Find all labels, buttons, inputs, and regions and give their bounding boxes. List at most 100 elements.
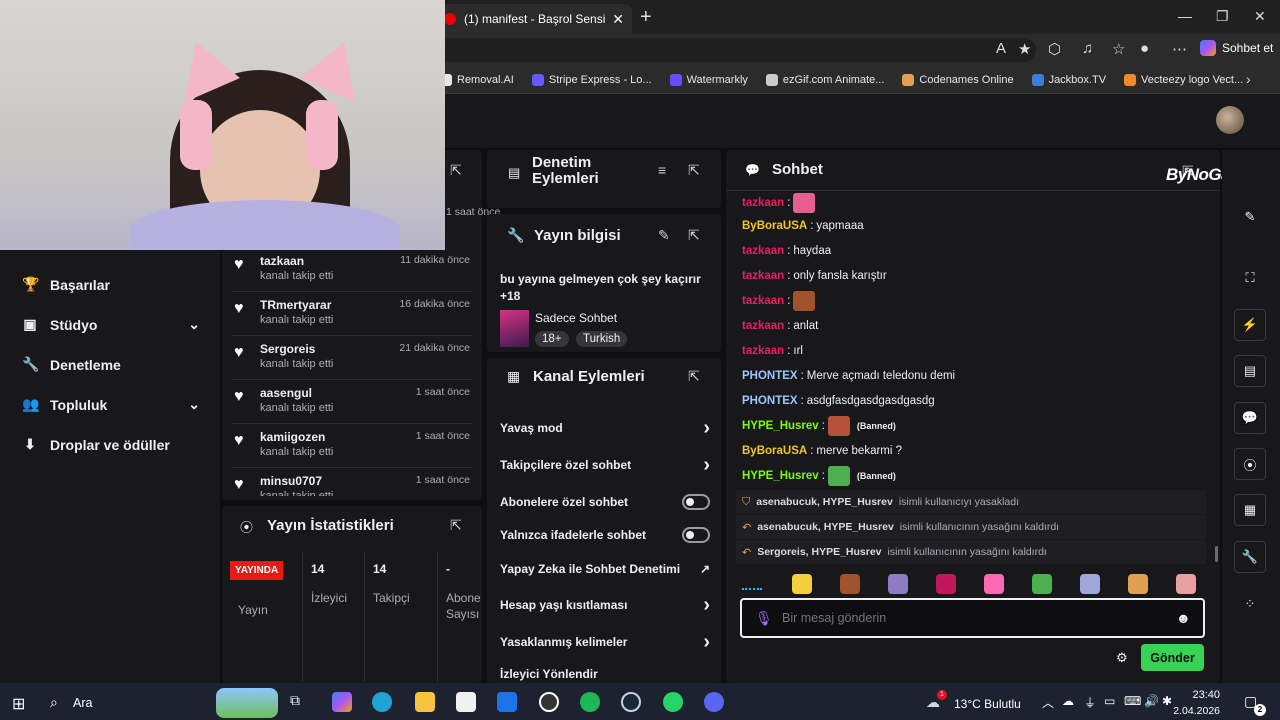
external-link-icon[interactable]: ↗: [700, 562, 710, 576]
tray-bluetooth-icon[interactable]: ✱: [1162, 694, 1172, 708]
microphone-icon[interactable]: 🎙: [755, 610, 773, 627]
emote-suggestion[interactable]: [984, 574, 1004, 594]
wrench-rail-icon[interactable]: 🔧: [1234, 541, 1266, 573]
follow-event-row[interactable]: ♥ tazkaan kanalı takip etti 11 dakika önce: [232, 248, 472, 292]
popout-icon[interactable]: ⇱: [450, 162, 462, 179]
chat-username[interactable]: ByBoraUSA: [742, 220, 807, 232]
tray-usb-icon[interactable]: ⏚: [1084, 694, 1096, 711]
bookmark-item[interactable]: Removal.AI: [440, 73, 514, 86]
extensions-icon[interactable]: ⬡: [1048, 40, 1061, 58]
user-avatar[interactable]: [1216, 106, 1244, 134]
chat-username[interactable]: tazkaan: [742, 197, 784, 209]
tag-18[interactable]: 18+: [535, 331, 569, 347]
clock-time[interactable]: 23:40: [1188, 689, 1220, 701]
follower-name[interactable]: Sergoreis: [260, 342, 315, 356]
follow-event-row[interactable]: ♥ Sergoreis kanalı takip etti 21 dakika önc…: [232, 336, 472, 380]
sidebar-item[interactable]: 🔧 Denetleme: [22, 356, 200, 373]
chat-username[interactable]: PHONTEX: [742, 370, 798, 382]
outlook-taskbar-icon[interactable]: [497, 692, 517, 712]
maximize-button[interactable]: ❐: [1216, 8, 1229, 25]
channel-action-item[interactable]: Takipçilere özel sohbet ›: [500, 455, 710, 475]
bookmark-item[interactable]: Jackbox.TV: [1031, 73, 1106, 86]
channel-rail-icon[interactable]: ▦: [1234, 494, 1266, 526]
tray-cloud-icon[interactable]: ☁: [1062, 694, 1074, 708]
follow-event-row[interactable]: ♥ aasengul kanalı takip etti 1 saat önce: [232, 380, 472, 424]
chat-rail-icon[interactable]: 💬: [1234, 402, 1266, 434]
tag-turkish[interactable]: Turkish: [576, 331, 628, 347]
emote-suggestion[interactable]: [1128, 574, 1148, 594]
minimize-button[interactable]: —: [1178, 8, 1192, 24]
chat-username[interactable]: tazkaan: [742, 245, 784, 257]
copilot-button[interactable]: Sohbet et: [1200, 40, 1273, 56]
follow-event-row[interactable]: ♥ TRmertyarar kanalı takip etti 16 dakika ö…: [232, 292, 472, 336]
chevron-right-icon[interactable]: ›: [703, 418, 710, 438]
emote-suggestion[interactable]: [792, 574, 812, 594]
chevron-right-icon[interactable]: ›: [703, 632, 710, 652]
mod-popout-icon[interactable]: ⇱: [688, 162, 700, 179]
send-button[interactable]: Gönder: [1141, 644, 1204, 671]
chat-username[interactable]: HYPE_Husrev: [742, 470, 819, 482]
sidebar-item[interactable]: 👥 Topluluk ⌄: [22, 396, 200, 413]
whatsapp-taskbar-icon[interactable]: [663, 692, 683, 712]
bookmark-item[interactable]: Watermarkly: [669, 73, 748, 86]
favorites-icon[interactable]: ☆: [1112, 40, 1125, 58]
chevron-right-icon[interactable]: ›: [703, 595, 710, 615]
chat-username[interactable]: ByBoraUSA: [742, 445, 807, 457]
category-name[interactable]: Sadece Sohbet: [535, 311, 617, 325]
sidebar-item[interactable]: ▣ Stüdyo ⌄: [22, 316, 200, 333]
filter-icon[interactable]: ≡: [658, 162, 666, 178]
follow-event-row[interactable]: ♥ kamiigozen kanalı takip etti 1 saat önce: [232, 424, 472, 468]
read-aloud-icon[interactable]: A: [996, 40, 1006, 57]
chat-username[interactable]: tazkaan: [742, 295, 784, 307]
emote-suggestion[interactable]: [840, 574, 860, 594]
bookmark-item[interactable]: Codenames Online: [902, 73, 1014, 86]
tray-network-icon[interactable]: ⌨: [1124, 694, 1141, 708]
copilot-taskbar-icon[interactable]: [332, 692, 352, 712]
extensions-rail-icon[interactable]: ⁘: [1234, 588, 1266, 620]
edit-icon[interactable]: ✎: [658, 227, 670, 244]
sidebar-item[interactable]: 🏆 Başarılar: [22, 276, 200, 293]
bookmarks-overflow-icon[interactable]: ›: [1246, 71, 1251, 87]
profile-icon[interactable]: ●: [1140, 40, 1149, 57]
obs-taskbar-icon[interactable]: [539, 692, 559, 712]
emote-suggestion[interactable]: [1032, 574, 1052, 594]
discord-taskbar-icon[interactable]: [704, 692, 724, 712]
edge-taskbar-icon[interactable]: [372, 692, 392, 712]
chat-input[interactable]: [782, 608, 1162, 628]
clock-date[interactable]: 2.04.2026: [1172, 705, 1220, 717]
taskbar-search-label[interactable]: Ara: [73, 696, 92, 710]
emote-suggestion[interactable]: [1080, 574, 1100, 594]
chevron-down-icon[interactable]: ⌄: [188, 316, 200, 333]
chevron-down-icon[interactable]: ⌄: [188, 396, 200, 413]
follower-name[interactable]: minsu0707: [260, 474, 322, 488]
emote-suggestion[interactable]: [888, 574, 908, 594]
channel-action-item[interactable]: Yavaş mod ›: [500, 418, 710, 438]
follower-name[interactable]: aasengul: [260, 386, 312, 400]
store-taskbar-icon[interactable]: [456, 692, 476, 712]
tray-expand-icon[interactable]: ︿: [1042, 694, 1054, 711]
media-icon[interactable]: ♫: [1082, 40, 1093, 57]
follower-name[interactable]: kamiigozen: [260, 430, 325, 444]
channel-action-item[interactable]: Yasaklanmış kelimeler ›: [500, 632, 710, 652]
chat-username[interactable]: tazkaan: [742, 270, 784, 282]
channel-action-item[interactable]: Hesap yaşı kısıtlaması ›: [500, 595, 710, 615]
explorer-taskbar-icon[interactable]: [415, 692, 435, 712]
follower-name[interactable]: TRmertyarar: [260, 298, 331, 312]
info-popout-icon[interactable]: ⇱: [688, 227, 700, 244]
close-window-button[interactable]: ✕: [1254, 8, 1266, 25]
tray-volume-icon[interactable]: 🔊: [1144, 694, 1159, 708]
favorite-star-icon[interactable]: ★: [1018, 40, 1031, 58]
channel-action-item[interactable]: Yapay Zeka ile Sohbet Denetimi ↗: [500, 562, 710, 576]
lightning-icon[interactable]: ⚡: [1234, 309, 1266, 341]
new-tab-button[interactable]: +: [640, 6, 652, 29]
bookmark-item[interactable]: ezGif.com Animate...: [765, 73, 884, 86]
sidebar-item[interactable]: ⬇ Droplar ve ödüller: [22, 436, 200, 453]
toggle-switch[interactable]: [682, 527, 710, 543]
taskbar-search-icon[interactable]: ⌕: [50, 694, 58, 711]
chat-username[interactable]: HYPE_Husrev: [742, 420, 819, 432]
channel-action-item[interactable]: İzleyici Yönlendir: [500, 667, 710, 681]
category-box-art[interactable]: [500, 310, 529, 347]
channel-action-item[interactable]: Yalnızca ifadelerle sohbet: [500, 527, 710, 543]
close-tab-icon[interactable]: ✕: [612, 11, 624, 28]
channel-popout-icon[interactable]: ⇱: [688, 368, 700, 385]
